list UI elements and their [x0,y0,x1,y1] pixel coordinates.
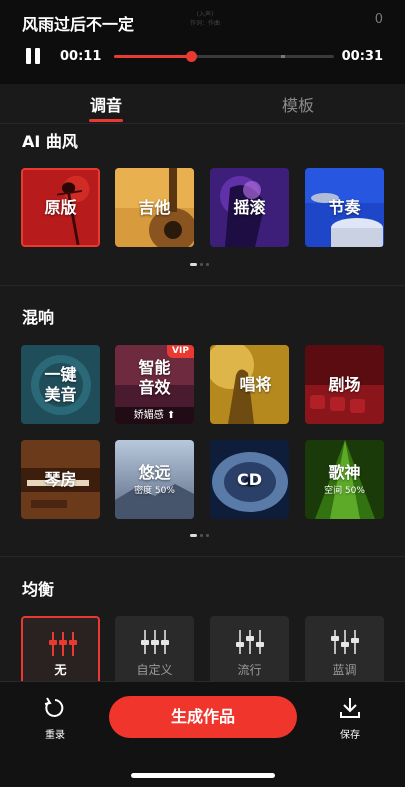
equalizer-icon [141,630,169,654]
reverb-card-singer[interactable]: 唱将 [210,345,289,424]
player-bar: 风雨过后不一定 (入声) 作词：作曲 0 00:11 00:31 [0,0,405,84]
reverb-card-cd[interactable]: CD [210,440,289,519]
reverb-card-smart[interactable]: 智能 音效 VIP 娇媚感 ⬆ [115,345,194,424]
redo-icon [44,697,64,717]
progress-marker [281,55,285,58]
style-card-rock[interactable]: 摇滚 [210,168,289,247]
reverb-label-piano-room: 琴房 [44,469,77,489]
progress-fill [114,55,191,58]
count-label: 0 [374,12,383,27]
equalizer-title: 均衡 [22,580,55,599]
reverb-label-theater: 剧场 [328,374,361,394]
smart-sub-label: 娇媚感 ⬆ [115,407,194,424]
reverb-label-one-click: 一键 美音 [44,364,77,404]
tab-template[interactable]: 模板 [238,92,358,116]
total-time: 00:31 [341,49,383,64]
style-label-guitar: 吉他 [138,197,171,217]
style-label-rhythm: 节奏 [328,197,361,217]
ai-style-pager [190,263,230,267]
reset-button[interactable]: 重录 [40,696,70,741]
tab-bar: 调音 模板 [0,84,405,124]
style-card-rhythm[interactable]: 节奏 [305,168,384,247]
reverb-label-song-god: 歌神 空间 50% [324,462,365,496]
style-card-guitar[interactable]: 吉他 [115,168,194,247]
progress-slider[interactable] [114,51,334,62]
progress-knob[interactable] [186,51,197,62]
eq-label-pop: 流行 [237,663,262,677]
reverb-label-distant: 悠远 密度 50% [134,462,175,496]
reverb-title: 混响 [22,308,55,327]
tab-tuning[interactable]: 调音 [46,92,166,116]
save-button[interactable]: 保存 [335,696,365,741]
eq-label-none: 无 [54,663,67,677]
reverb-card-song-god[interactable]: 歌神 空间 50% [305,440,384,519]
generate-button[interactable]: 生成作品 [109,696,297,738]
current-time: 00:11 [60,49,102,64]
style-label-rock: 摇滚 [233,197,266,217]
style-label-original: 原版 [44,197,77,217]
reverb-label-singer: 唱将 [239,374,272,394]
save-label: 保存 [340,730,360,741]
reset-label: 重录 [45,730,65,741]
reverb-card-distant[interactable]: 悠远 密度 50% [115,440,194,519]
lyric-ghost: (入声) 作词：作曲 [189,11,220,27]
tab-active-indicator [89,119,123,122]
ai-style-title: AI 曲风 [22,132,78,151]
equalizer-icon [49,632,77,656]
eq-label-custom: 自定义 [136,663,173,677]
section-divider [0,285,405,286]
reverb-card-one-click[interactable]: 一键 美音 [21,345,100,424]
reverb-card-theater[interactable]: 剧场 [305,345,384,424]
download-icon [340,698,360,718]
style-card-original[interactable]: 原版 [21,168,100,247]
bottom-action-bar: 重录 生成作品 保存 [0,681,405,787]
song-title: 风雨过后不一定 [22,15,135,34]
reverb-label-cd: CD [236,469,263,489]
home-indicator [131,773,275,778]
eq-label-blues: 蓝调 [332,663,357,677]
reverb-card-piano-room[interactable]: 琴房 [21,440,100,519]
pause-icon[interactable] [25,48,41,64]
section-divider [0,556,405,557]
equalizer-icon [331,630,359,654]
vip-badge: VIP [167,345,194,358]
equalizer-icon [236,630,264,654]
reverb-pager [190,534,230,538]
